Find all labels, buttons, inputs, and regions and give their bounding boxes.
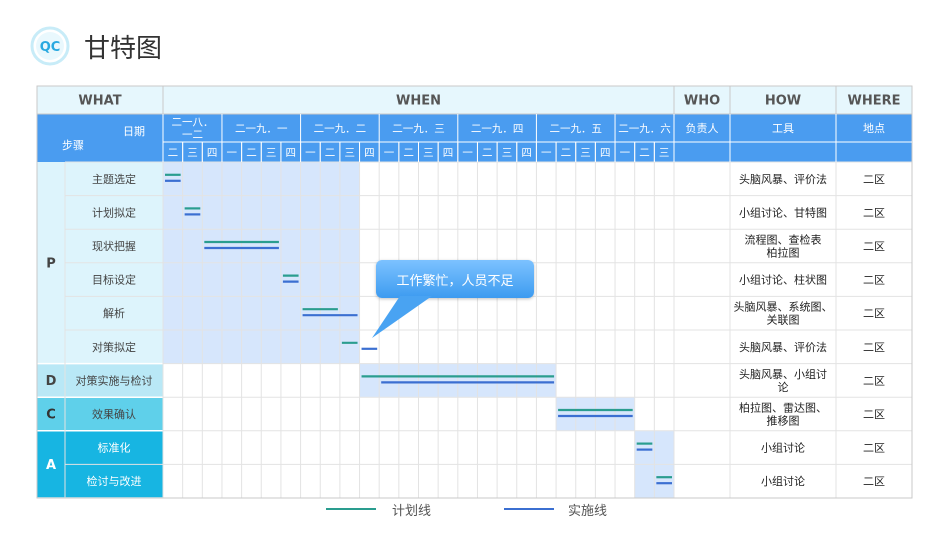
week-label: 四 [600,147,611,159]
step-label: 步骤 [62,139,84,152]
place-cell: 二区 [863,173,885,186]
top-header-how: HOW [765,94,801,109]
step-label-cell: 标准化 [98,441,131,455]
legend-plan-label: 计划线 [392,504,432,519]
week-label: 四 [286,147,297,159]
week-label: 三 [266,147,277,159]
week-label: 三 [580,147,591,159]
place-cell: 二区 [863,274,885,287]
top-header-where: WHERE [848,94,901,109]
week-label: 三 [423,147,434,159]
legend-plan-line [326,508,376,510]
week-label: 二 [246,147,257,159]
step-label-cell: 计划拟定 [92,205,136,219]
week-label: 三 [344,147,355,159]
place-cell: 二区 [863,374,885,387]
how-header: 工具 [772,122,794,135]
tool-cell: 小组讨论、甘特图 [739,205,827,219]
group-label: C [46,408,56,423]
date-label: 日期 [123,125,145,138]
week-label: 一 [620,147,631,159]
tool-cell: 小组讨论、柱状图 [739,273,827,287]
week-label: 二 [482,147,493,159]
top-header-who: WHO [684,94,720,109]
place-cell: 二区 [863,240,885,253]
week-label: 一 [541,147,552,159]
group-label: A [46,458,56,473]
place-cell: 二区 [863,408,885,421]
month-label: 二一九．三 [392,123,445,135]
where-header: 地点 [863,122,885,135]
week-label: 三 [659,147,670,159]
step-label-cell: 现状把握 [92,239,136,253]
top-header-when: WHEN [396,94,441,109]
step-label-cell: 目标设定 [92,273,136,287]
group-label: D [46,374,57,389]
top-header-what: WHAT [78,94,121,109]
tool-cell: 小组讨论 [761,474,805,488]
place-cell: 二区 [863,442,885,455]
month-label: 二一九．一 [235,123,288,135]
week-label: 一 [384,147,395,159]
week-label: 四 [443,147,454,159]
step-label-cell: 效果确认 [92,407,136,421]
week-label: 三 [502,147,513,159]
week-label: 一 [462,147,473,159]
callout-note: 工作繁忙，人员不足 [376,260,534,298]
tool-cell: 头脑风暴、评价法 [739,340,827,354]
place-cell: 二区 [863,341,885,354]
week-label: 一 [305,147,316,159]
week-label: 二 [325,147,336,159]
place-cell: 二区 [863,475,885,488]
step-label-cell: 主题选定 [92,172,136,186]
week-label: 四 [364,147,375,159]
tool-cell: 头脑风暴、评价法 [739,172,827,186]
week-label: 四 [207,147,218,159]
month-label: 二一九．二 [314,123,367,135]
group-label: P [46,256,56,271]
week-label: 二 [168,147,179,159]
who-header: 负责人 [686,121,719,135]
month-label: 二一九．六 [618,123,671,135]
week-label: 二 [403,147,414,159]
place-cell: 二区 [863,206,885,219]
week-label: 一 [227,147,238,159]
week-label: 二 [639,147,650,159]
week-label: 二 [561,147,572,159]
place-cell: 二区 [863,307,885,320]
legend-actual-line [504,508,554,510]
week-label: 三 [187,147,198,159]
legend-actual-label: 实施线 [568,504,608,519]
tool-cell: 小组讨论 [761,441,805,455]
week-label: 四 [521,147,532,159]
step-label-cell: 对策拟定 [92,340,136,354]
step-label-cell: 对策实施与检讨 [76,373,153,387]
step-label-cell: 检讨与改进 [87,474,142,488]
month-label: 二一九．五 [549,123,602,135]
month-label: 二一九．四 [471,123,524,135]
step-label-cell: 解析 [103,306,125,320]
